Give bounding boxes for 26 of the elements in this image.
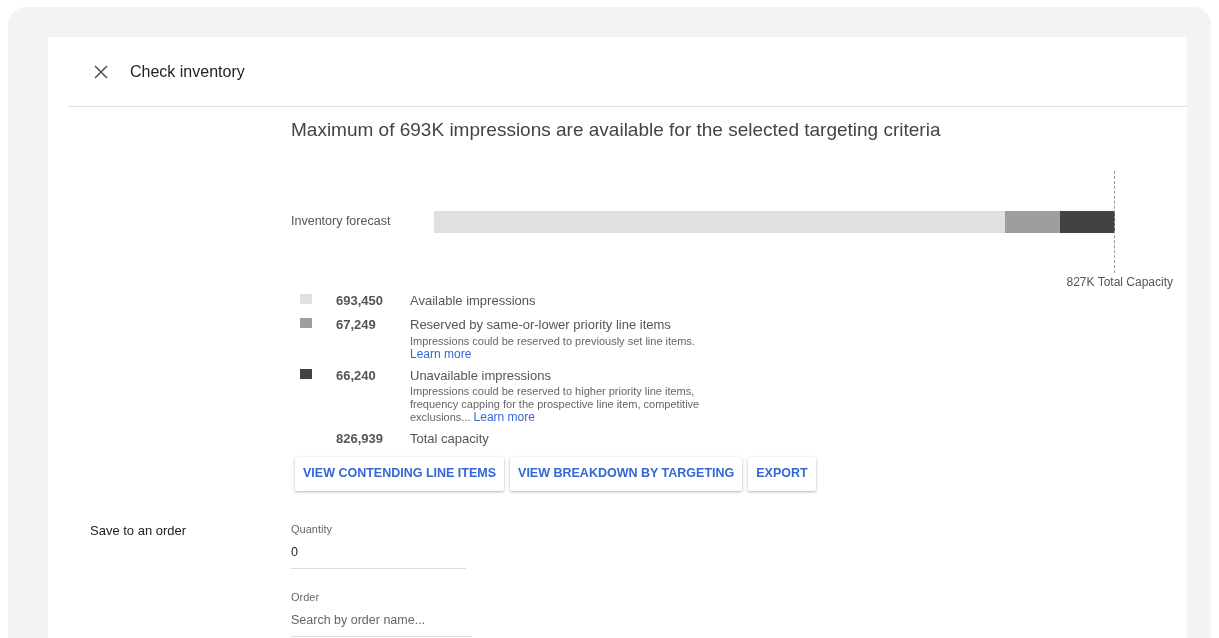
bar-segment: [1060, 210, 1115, 233]
chart-label: Inventory forecast: [291, 213, 392, 231]
legend-label: Unavailable impressions: [410, 366, 552, 385]
legend-label: Available impressions: [410, 291, 536, 310]
field-label: Quantity: [291, 521, 333, 537]
legend-value: 66,240: [336, 366, 377, 385]
learn-more-link[interactable]: Learn more: [410, 346, 472, 361]
action-button[interactable]: EXPORT: [748, 456, 816, 491]
action-button[interactable]: VIEW CONTENDING LINE ITEMS: [295, 456, 505, 491]
input-field[interactable]: 0: [291, 543, 466, 569]
close-icon[interactable]: [94, 64, 108, 79]
legend-value: 67,249: [336, 316, 377, 334]
legend-description: Impressions could be reserved to higher priority line items, frequency capping for the prospective line item, competitive exclusions... Learn more: [410, 385, 701, 424]
legend-value: 826,939: [336, 430, 384, 448]
headline: Maximum of 693K impressions are available for the selected targeting criteria: [291, 118, 942, 142]
dialog-title: Check inventory: [130, 61, 245, 82]
section-title: Save to an order: [89, 521, 188, 540]
legend-label: Reserved by same-or-lower priority line items: [410, 316, 672, 334]
input-field[interactable]: Search by order name...: [291, 611, 472, 637]
action-button[interactable]: VIEW BREAKDOWN BY TARGETING: [510, 456, 743, 491]
field-label: Order: [291, 589, 321, 605]
capacity-label: 827K Total Capacity: [1066, 273, 1173, 291]
legend-label: Total capacity: [410, 430, 489, 448]
legend-value: 693,450: [336, 291, 384, 310]
learn-more-link[interactable]: Learn more: [473, 410, 535, 424]
legend-description: Impressions could be reserved to previously set line items. Learn more: [410, 334, 696, 361]
